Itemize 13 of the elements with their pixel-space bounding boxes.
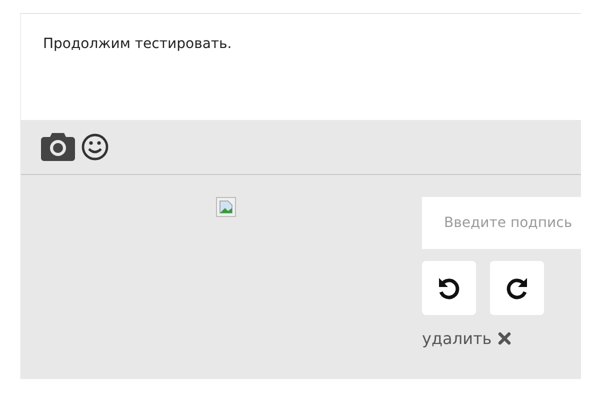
photo-button[interactable] xyxy=(41,133,75,161)
camera-icon xyxy=(41,133,75,161)
delete-link[interactable]: удалить xyxy=(422,329,511,348)
broken-image-icon xyxy=(216,197,236,217)
smiley-icon xyxy=(81,133,109,161)
emoji-button[interactable] xyxy=(81,133,109,161)
message-text: Продолжим тестировать. xyxy=(43,36,233,52)
rotate-left-icon xyxy=(437,276,461,300)
close-icon xyxy=(498,332,511,345)
rotate-right-button[interactable] xyxy=(490,261,544,315)
rotate-left-button[interactable] xyxy=(422,261,476,315)
rotate-right-icon xyxy=(505,276,529,300)
caption-field[interactable]: Введите подпись xyxy=(422,197,581,249)
